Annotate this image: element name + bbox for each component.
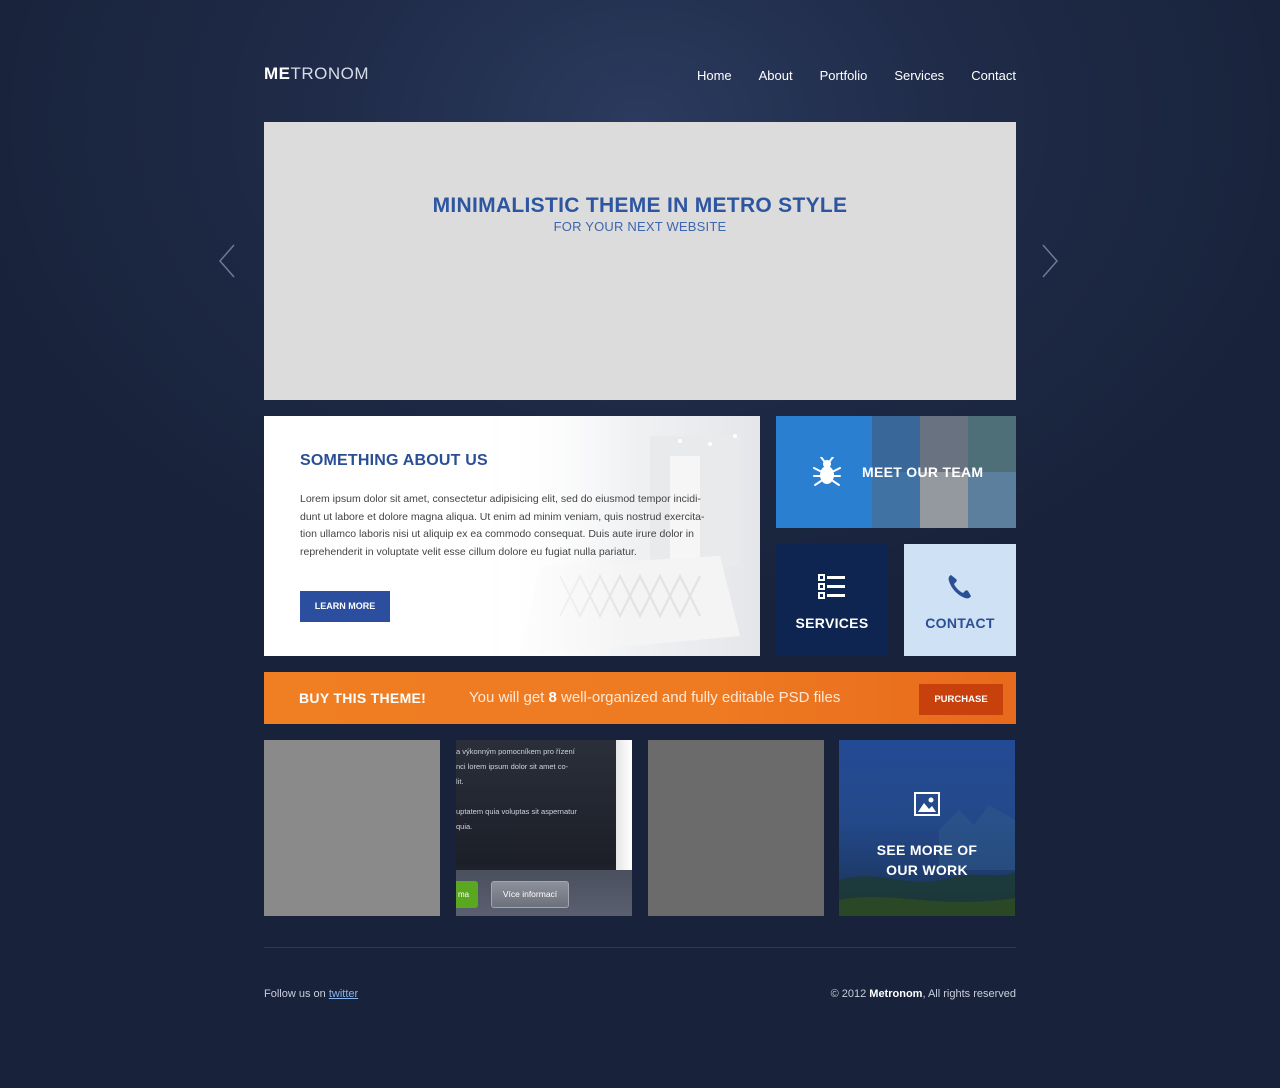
portfolio-item-2[interactable]: a výkonným pomocníkem pro řízení nci lor… xyxy=(456,740,632,916)
promo-headline: BUY THIS THEME! xyxy=(299,690,427,706)
chevron-right-icon[interactable] xyxy=(1041,244,1059,278)
about-panel: SOMETHING ABOUT US Lorem ipsum dolor sit… xyxy=(264,416,760,656)
see-more-label: SEE MORE OF OUR WORK xyxy=(839,840,1015,880)
portfolio-text-line: uptatem quia voluptas sit aspernatur xyxy=(456,807,577,816)
about-heading: SOMETHING ABOUT US xyxy=(300,452,488,469)
portfolio-more-info-button: Více informací xyxy=(491,881,569,908)
bug-icon xyxy=(813,456,841,492)
portfolio-text-line: lit. xyxy=(456,777,464,786)
twitter-link[interactable]: twitter xyxy=(329,988,358,1000)
promo-msg-before: You will get xyxy=(469,689,549,706)
copyright-suffix: , All rights reserved xyxy=(922,988,1016,1000)
slide-title: MINIMALISTIC THEME IN METRO STYLE xyxy=(432,194,848,217)
portfolio-text-line: quia. xyxy=(456,822,473,831)
promo-file-count: 8 xyxy=(548,689,557,706)
contact-tile[interactable]: CONTACT xyxy=(904,544,1016,656)
see-more-work-tile[interactable]: SEE MORE OF OUR WORK xyxy=(839,740,1015,916)
portfolio-item-1[interactable] xyxy=(264,740,440,916)
slide-subtitle: FOR YOUR NEXT WEBSITE xyxy=(553,219,727,234)
footer-copyright: © 2012 Metronom, All rights reserved xyxy=(831,988,1016,1000)
nav-home[interactable]: Home xyxy=(697,68,732,83)
see-more-line-1: SEE MORE OF xyxy=(876,842,978,858)
copyright-prefix: © 2012 xyxy=(830,988,870,1000)
main-nav: Home About Portfolio Services Contact xyxy=(697,68,1016,83)
nav-contact[interactable]: Contact xyxy=(971,68,1016,83)
promo-bar: BUY THIS THEME! You will get 8 well-orga… xyxy=(264,672,1016,724)
list-icon xyxy=(817,572,847,607)
services-tile-label: SERVICES xyxy=(795,615,869,631)
footer-follow: Follow us on twitter xyxy=(264,988,358,1000)
logo-bold: ME xyxy=(264,64,291,83)
footer-divider xyxy=(264,947,1016,948)
image-icon xyxy=(914,792,940,821)
hero-slider: MINIMALISTIC THEME IN METRO STYLE FOR YO… xyxy=(264,122,1016,400)
phone-icon xyxy=(945,572,975,607)
team-tile-label: MEET OUR TEAM xyxy=(862,464,984,480)
learn-more-button[interactable]: LEARN MORE xyxy=(300,591,390,622)
nav-portfolio[interactable]: Portfolio xyxy=(820,68,868,83)
portfolio-green-button: ma xyxy=(456,881,478,908)
promo-msg-after: well-organized and fully editable PSD fi… xyxy=(556,689,841,706)
portfolio-text-line: a výkonným pomocníkem pro řízení xyxy=(456,747,575,756)
meet-our-team-tile[interactable]: MEET OUR TEAM xyxy=(776,416,1016,528)
about-body: Lorem ipsum dolor sit amet, consectetur … xyxy=(300,493,705,558)
nav-about[interactable]: About xyxy=(759,68,793,83)
portfolio-text-spacer xyxy=(456,789,616,804)
promo-message: You will get 8 well-organized and fully … xyxy=(469,689,840,706)
see-more-line-2: OUR WORK xyxy=(886,862,968,878)
copyright-brand: Metronom xyxy=(869,988,923,1000)
services-tile[interactable]: SERVICES xyxy=(776,544,888,656)
chevron-left-icon[interactable] xyxy=(218,244,236,278)
portfolio-item-2-text: a výkonným pomocníkem pro řízení nci lor… xyxy=(456,744,616,834)
logo[interactable]: METRONOM xyxy=(264,64,369,84)
portfolio-item-3[interactable] xyxy=(648,740,824,916)
contact-tile-label: CONTACT xyxy=(925,615,995,631)
nav-services[interactable]: Services xyxy=(894,68,944,83)
logo-rest: TRONOM xyxy=(290,64,370,83)
follow-text: Follow us on xyxy=(264,988,329,1000)
portfolio-text-line: nci lorem ipsum dolor sit amet co- xyxy=(456,762,569,771)
purchase-button[interactable]: PURCHASE xyxy=(919,684,1003,715)
see-more-background xyxy=(839,805,1015,916)
